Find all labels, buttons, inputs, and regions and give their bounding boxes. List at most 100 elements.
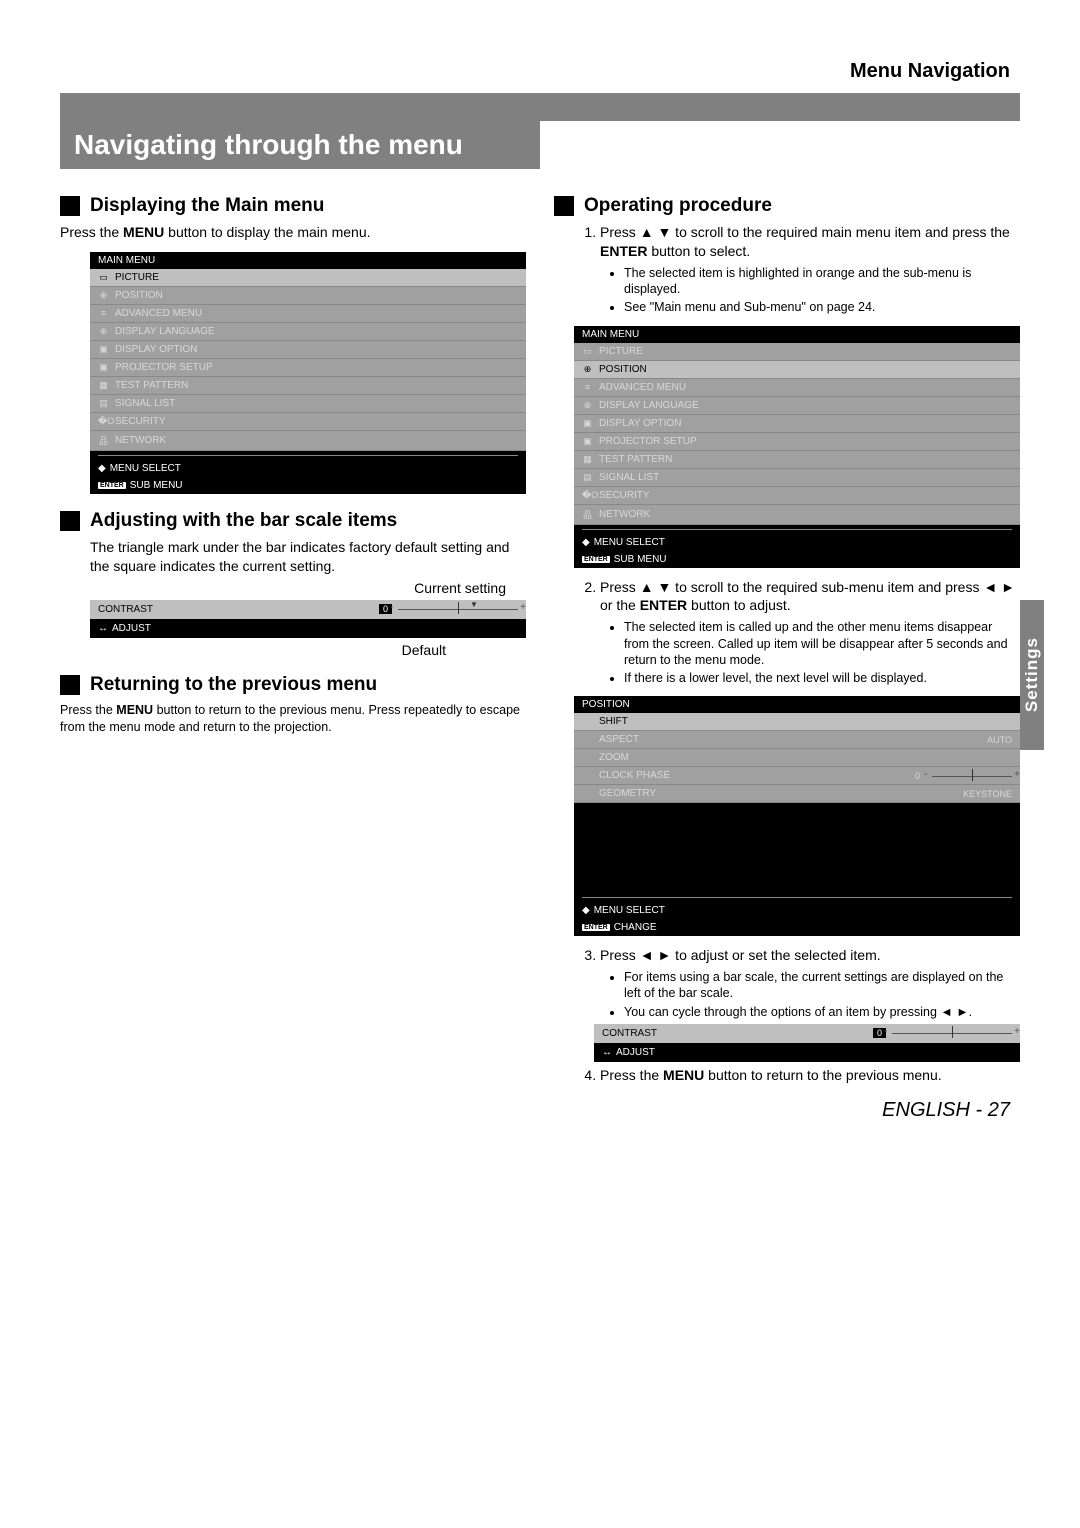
osd-title: MAIN MENU xyxy=(90,252,526,269)
menu-icon: ⊕ xyxy=(98,290,109,301)
osd-label: ADVANCED MENU xyxy=(599,382,686,393)
menu-icon: �O xyxy=(582,490,593,501)
osd-label: ADVANCED MENU xyxy=(115,308,202,319)
menu-icon: ▣ xyxy=(98,362,109,373)
osd-footer: ◆MENU SELECT xyxy=(90,460,526,477)
menu-icon: ▣ xyxy=(582,418,593,429)
step: Press ▲ ▼ to scroll to the required sub-… xyxy=(600,578,1020,616)
osd-label: NETWORK xyxy=(599,509,650,520)
osd-label: SHIFT xyxy=(599,716,628,727)
osd-value: KEYSTONE xyxy=(963,789,1012,799)
menu-icon: ▣ xyxy=(582,436,593,447)
osd-row: ≡ ADVANCED MENU xyxy=(574,379,1020,397)
osd-label: DISPLAY OPTION xyxy=(599,418,681,429)
osd-row: ZOOM xyxy=(574,749,1020,767)
caption: Current setting xyxy=(414,580,506,596)
bar-scale-example: CONTRAST 0 -▼+ ↔ADJUST xyxy=(90,600,526,638)
square-bullet xyxy=(60,511,80,531)
menu-icon: ▦ xyxy=(582,454,593,465)
page-header: Menu Navigation xyxy=(60,60,1020,83)
osd-row: ▣ PROJECTOR SETUP xyxy=(90,359,526,377)
bar-scale-example: CONTRAST 0 -+ ↔ADJUST xyxy=(594,1024,1020,1062)
osd-label: SECURITY xyxy=(115,416,166,427)
right-column: Operating procedure Press ▲ ▼ to scroll … xyxy=(554,179,1020,1089)
osd-label: SIGNAL LIST xyxy=(115,398,175,409)
page-title: Navigating through the menu xyxy=(60,121,540,169)
osd-row: GEOMETRY KEYSTONE xyxy=(574,785,1020,803)
osd-label: ASPECT xyxy=(599,734,639,745)
osd-label: SIGNAL LIST xyxy=(599,472,659,483)
menu-icon: 品 xyxy=(98,434,109,447)
step: Press ◄ ► to adjust or set the selected … xyxy=(600,946,1020,965)
osd-row: 品 NETWORK xyxy=(574,505,1020,525)
osd-label: NETWORK xyxy=(115,435,166,446)
body-text: Press the MENU button to return to the p… xyxy=(60,702,526,736)
osd-row: �O SECURITY xyxy=(574,487,1020,505)
osd-label: PICTURE xyxy=(599,346,643,357)
osd-footer: ENTERSUB MENU xyxy=(574,551,1020,568)
menu-icon: ⊕ xyxy=(98,326,109,337)
section-heading: Operating procedure xyxy=(554,195,1020,217)
menu-icon: ▦ xyxy=(98,380,109,391)
step: Press ▲ ▼ to scroll to the required main… xyxy=(600,223,1020,261)
osd-label: TEST PATTERN xyxy=(599,454,672,465)
bullet: For items using a bar scale, the current… xyxy=(624,969,1020,1002)
step: Press the MENU button to return to the p… xyxy=(600,1066,1020,1085)
osd-row: ▦ TEST PATTERN xyxy=(574,451,1020,469)
menu-icon: ▭ xyxy=(582,346,593,357)
bullet: You can cycle through the options of an … xyxy=(624,1004,1020,1020)
side-tab-settings: Settings xyxy=(1020,600,1044,750)
section-title: Returning to the previous menu xyxy=(90,674,377,696)
osd-row: SHIFT xyxy=(574,713,1020,731)
osd-label: CLOCK PHASE xyxy=(599,770,670,781)
menu-icon: ≡ xyxy=(98,308,109,318)
osd-position-submenu: POSITION SHIFTASPECTAUTOZOOMCLOCK PHASE0… xyxy=(574,696,1020,936)
osd-row: ≡ ADVANCED MENU xyxy=(90,305,526,323)
osd-row: ▣DISPLAY OPTION xyxy=(90,341,526,359)
bullet: The selected item is highlighted in oran… xyxy=(624,265,1020,298)
osd-row: 品 NETWORK xyxy=(90,431,526,451)
osd-footer: ◆MENU SELECT xyxy=(574,902,1020,919)
osd-row: ⊕DISPLAY LANGUAGE xyxy=(574,397,1020,415)
section-title: Displaying the Main menu xyxy=(90,195,324,217)
osd-row: ▦TEST PATTERN xyxy=(90,377,526,395)
enter-badge: ENTER xyxy=(98,482,126,489)
menu-icon: ▭ xyxy=(98,272,109,283)
menu-icon: ▣ xyxy=(98,344,109,355)
section-title: Operating procedure xyxy=(584,195,772,217)
osd-row: ▭ PICTURE xyxy=(574,343,1020,361)
menu-icon: ▤ xyxy=(98,398,109,409)
enter-badge: ENTER xyxy=(582,556,610,563)
osd-row: ▣ PROJECTOR SETUP xyxy=(574,433,1020,451)
section-heading: Displaying the Main menu xyxy=(60,195,526,217)
square-bullet xyxy=(554,196,574,216)
bullet: If there is a lower level, the next leve… xyxy=(624,670,1020,686)
osd-main-menu: MAIN MENU ▭ PICTURE ⊕ POSITION ≡ ADVANCED MEN… xyxy=(90,252,526,494)
osd-main-menu-highlighted: MAIN MENU ▭PICTURE⊕POSITION≡ADVANCED MEN… xyxy=(574,326,1020,568)
menu-icon: ⊕ xyxy=(582,400,593,411)
body-text: Press the MENU button to display the mai… xyxy=(60,223,526,242)
osd-row: ⊕DISPLAY LANGUAGE xyxy=(90,323,526,341)
osd-footer: ENTERSUB MENU xyxy=(90,477,526,494)
menu-icon: �O xyxy=(98,416,109,427)
osd-value: 0 xyxy=(915,771,920,781)
osd-label: PICTURE xyxy=(115,272,159,283)
osd-row: ▣ DISPLAY OPTION xyxy=(574,415,1020,433)
osd-label: SECURITY xyxy=(599,490,650,501)
menu-icon: 品 xyxy=(582,508,593,521)
bullet: The selected item is called up and the o… xyxy=(624,619,1020,668)
header-bar xyxy=(60,93,1020,121)
osd-row: ⊕ POSITION xyxy=(90,287,526,305)
osd-label: PROJECTOR SETUP xyxy=(599,436,697,447)
osd-row: CLOCK PHASE0-+ xyxy=(574,767,1020,785)
caption: Default xyxy=(402,642,446,658)
osd-label: PROJECTOR SETUP xyxy=(115,362,213,373)
menu-icon: ≡ xyxy=(582,382,593,392)
osd-label: GEOMETRY xyxy=(599,788,656,799)
osd-label: POSITION xyxy=(115,290,163,301)
menu-icon: ▤ xyxy=(582,472,593,483)
section-heading: Adjusting with the bar scale items xyxy=(60,510,526,532)
bullet: See "Main menu and Sub-menu" on page 24. xyxy=(624,299,1020,315)
square-bullet xyxy=(60,675,80,695)
menu-icon: ⊕ xyxy=(582,364,593,375)
